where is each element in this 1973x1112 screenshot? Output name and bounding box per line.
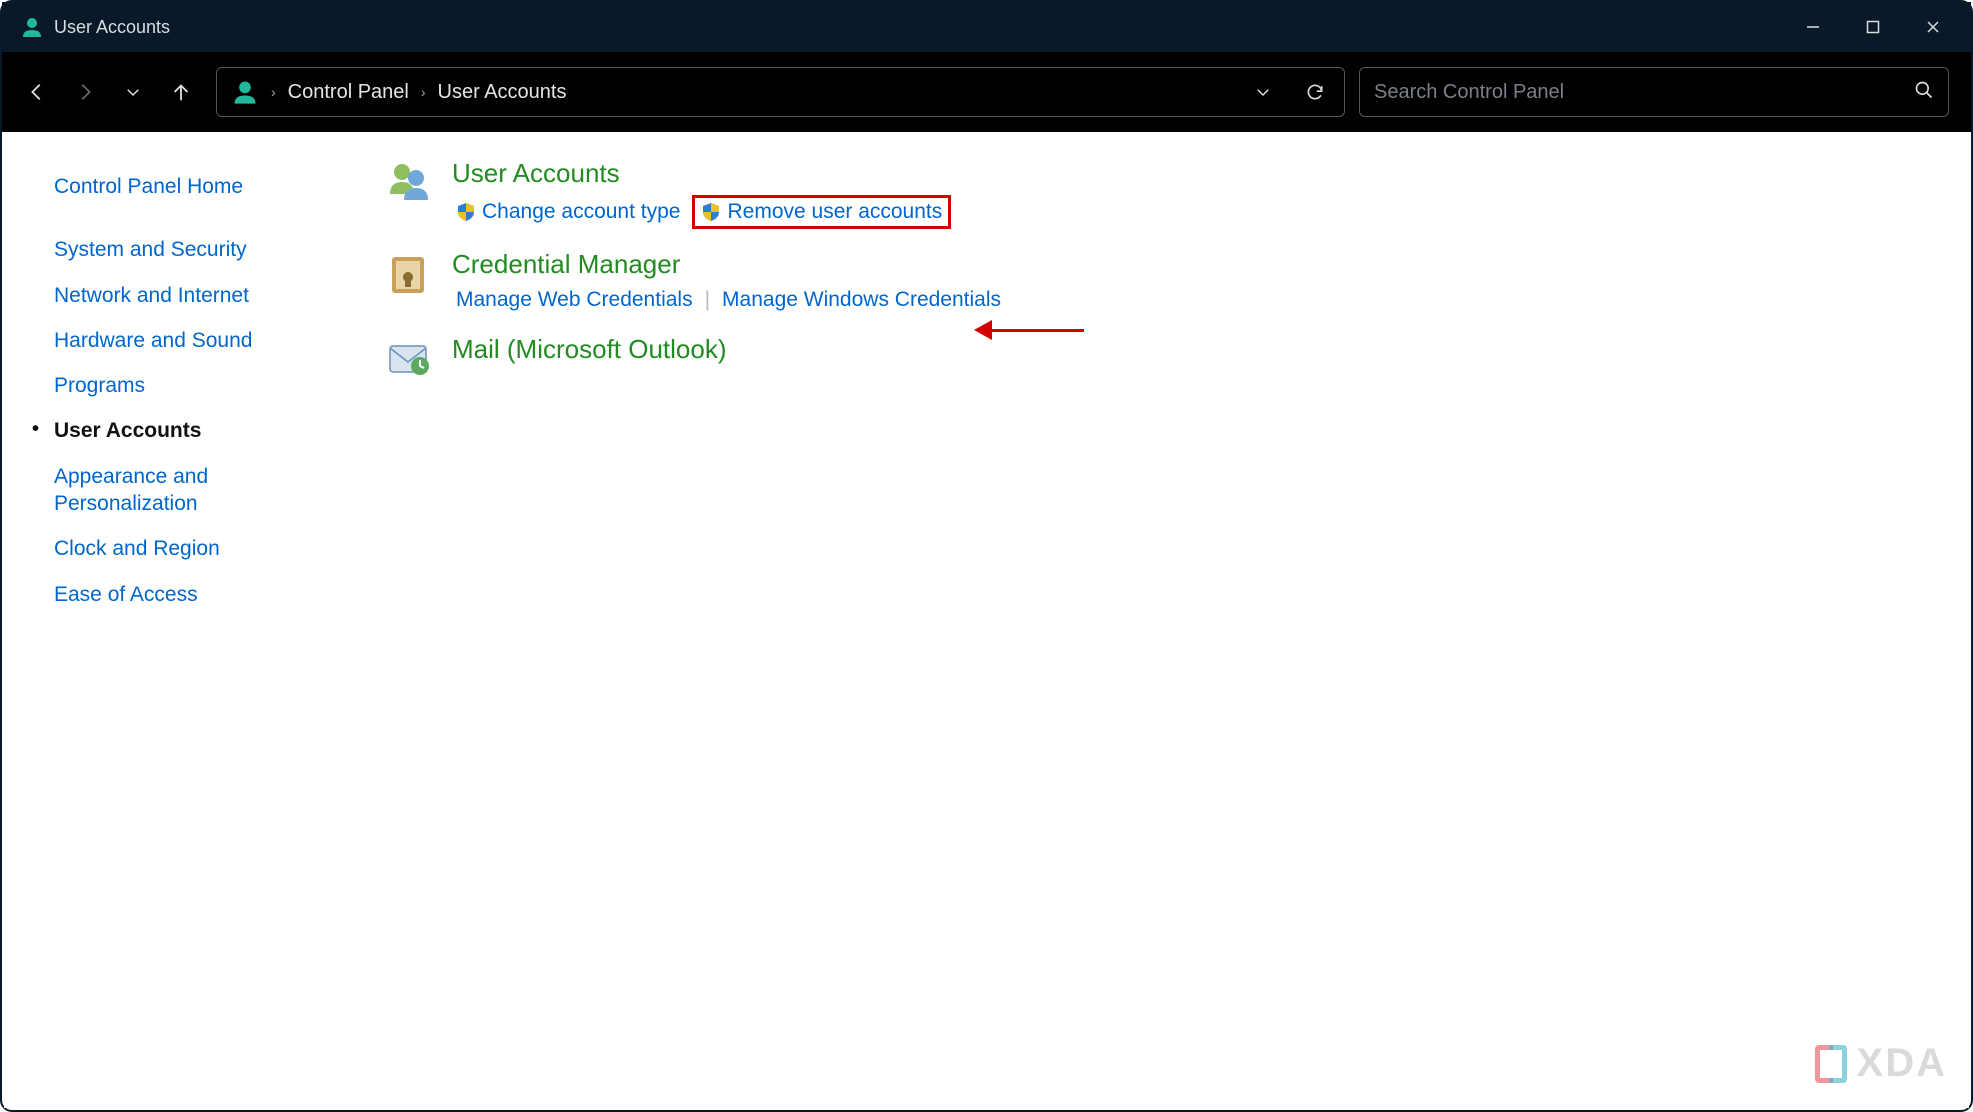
sidebar: Control Panel Home System and Security N… (4, 134, 354, 1108)
address-bar[interactable]: › Control Panel › User Accounts (216, 67, 1345, 117)
main-panel: User Accounts Change account type Remove… (354, 134, 1969, 1108)
sidebar-item-user-accounts[interactable]: User Accounts (54, 408, 354, 453)
close-button[interactable] (1903, 7, 1963, 47)
sidebar-home-link[interactable]: Control Panel Home (54, 164, 354, 209)
nav-toolbar: › Control Panel › User Accounts (2, 52, 1971, 132)
watermark: XDA (1815, 1041, 1947, 1086)
category-title[interactable]: Credential Manager (452, 249, 1939, 280)
breadcrumb-current[interactable]: User Accounts (432, 81, 573, 104)
credential-manager-icon (384, 249, 432, 297)
shield-icon (701, 202, 721, 222)
address-dropdown-button[interactable] (1242, 71, 1284, 113)
link-manage-web-credentials[interactable]: Manage Web Credentials (452, 286, 697, 314)
breadcrumb-root[interactable]: Control Panel (282, 81, 415, 104)
category-title[interactable]: User Accounts (452, 158, 1939, 189)
up-button[interactable] (160, 71, 202, 113)
location-icon (231, 78, 259, 106)
category-mail: Mail (Microsoft Outlook) (384, 334, 1939, 382)
title-bar: User Accounts (2, 2, 1971, 52)
recent-locations-button[interactable] (112, 71, 154, 113)
link-change-account-type[interactable]: Change account type (452, 198, 684, 226)
window-title: User Accounts (54, 17, 1783, 38)
category-credential-manager: Credential Manager Manage Web Credential… (384, 249, 1939, 314)
forward-button[interactable] (64, 71, 106, 113)
sidebar-item-network-internet[interactable]: Network and Internet (54, 273, 354, 318)
chevron-right-icon: › (265, 84, 282, 100)
sidebar-item-ease-access[interactable]: Ease of Access (54, 572, 354, 617)
link-remove-user-accounts[interactable]: Remove user accounts (692, 195, 951, 229)
sidebar-item-system-security[interactable]: System and Security (54, 227, 354, 272)
annotation-arrow (974, 320, 1084, 340)
search-box[interactable] (1359, 67, 1949, 117)
user-accounts-icon (384, 158, 432, 206)
separator: | (705, 288, 710, 312)
link-label: Change account type (482, 200, 680, 224)
refresh-button[interactable] (1294, 71, 1336, 113)
sidebar-item-clock-region[interactable]: Clock and Region (54, 526, 354, 571)
link-label: Remove user accounts (727, 200, 942, 224)
content-area: Control Panel Home System and Security N… (4, 134, 1969, 1108)
search-icon[interactable] (1914, 80, 1934, 105)
mail-icon (384, 334, 432, 382)
chevron-right-icon: › (415, 84, 432, 100)
sidebar-item-appearance[interactable]: Appearance and Personalization (54, 454, 254, 527)
link-manage-windows-credentials[interactable]: Manage Windows Credentials (718, 286, 1005, 314)
category-user-accounts: User Accounts Change account type Remove… (384, 158, 1939, 229)
sidebar-item-programs[interactable]: Programs (54, 363, 354, 408)
back-button[interactable] (16, 71, 58, 113)
search-input[interactable] (1374, 81, 1914, 104)
category-title[interactable]: Mail (Microsoft Outlook) (452, 334, 1939, 365)
maximize-button[interactable] (1843, 7, 1903, 47)
shield-icon (456, 202, 476, 222)
app-icon (20, 15, 44, 39)
minimize-button[interactable] (1783, 7, 1843, 47)
sidebar-item-hardware-sound[interactable]: Hardware and Sound (54, 318, 354, 363)
